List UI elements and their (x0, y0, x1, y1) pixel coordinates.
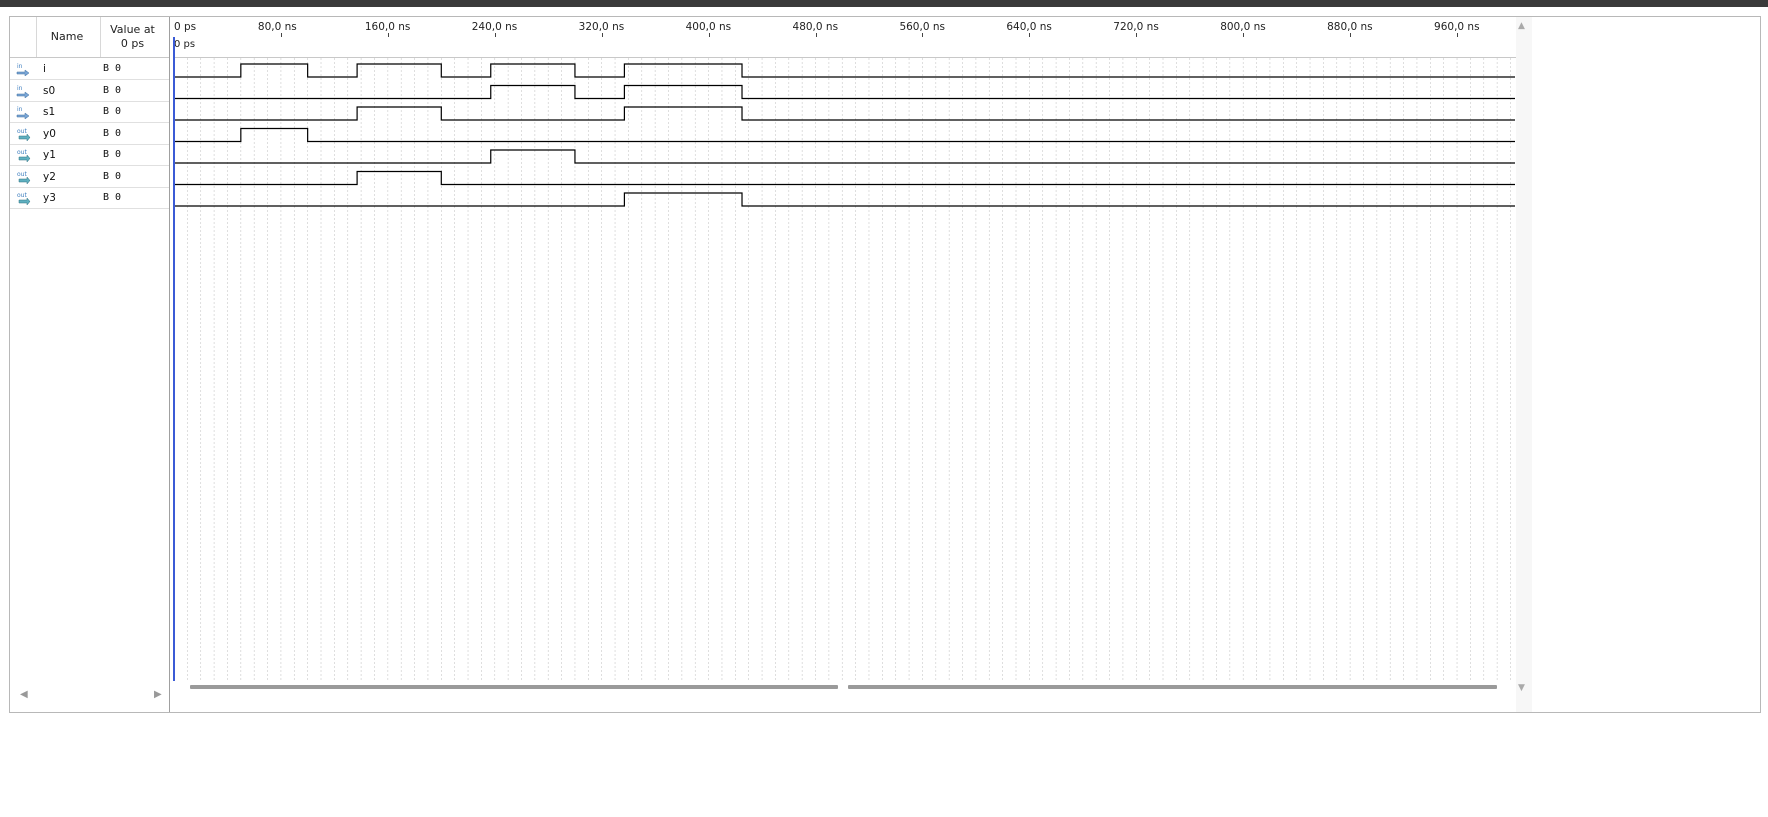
input-pin-icon: in (16, 62, 31, 77)
window-top-strip (0, 0, 1768, 7)
svg-text:out: out (17, 192, 27, 199)
waveform-y1 (174, 149, 1515, 164)
signal-value: B 0 (103, 63, 122, 74)
svg-text:out: out (17, 128, 27, 135)
output-pin-icon: out (16, 191, 31, 206)
waveform-i (174, 63, 1515, 78)
signal-row-y1[interactable]: out y1 B 0 (10, 145, 169, 166)
scrollbar-thumb[interactable] (190, 685, 838, 689)
waveform-s0 (174, 84, 1515, 100)
scroll-up-arrow-icon[interactable]: ▲ (1518, 21, 1525, 31)
column-divider[interactable] (100, 17, 101, 57)
signal-value: B 0 (103, 170, 122, 182)
signal-name: y3 (43, 192, 56, 204)
value-column-header[interactable]: Value at 0 ps (105, 23, 160, 51)
signal-row-y2[interactable]: out y2 B 0 (10, 167, 169, 188)
waveform-horizontal-scrollbar[interactable] (173, 681, 1516, 711)
scroll-right-arrow-icon[interactable]: ▶ (154, 689, 162, 700)
output-pin-icon: out (16, 170, 31, 185)
output-pin-icon: out (16, 148, 31, 163)
value-column-header-line2: 0 ps (120, 37, 145, 50)
signal-value: B 0 (103, 84, 122, 96)
signal-row-y3[interactable]: out y3 B 0 (10, 188, 169, 209)
signal-list-panel: Name Value at 0 ps in i B 0 in s0 B 0 in s1 B 0o… (10, 17, 170, 712)
signal-name: s0 (43, 84, 56, 97)
waveform-y2 (174, 170, 1515, 186)
signal-value: B 0 (103, 149, 122, 160)
signal-list-header: Name Value at 0 ps (10, 17, 169, 58)
svg-text:out: out (17, 171, 27, 178)
waveform-y0 (174, 127, 1515, 143)
waveform-s1 (174, 106, 1515, 121)
value-column-header-line1: Value at (110, 23, 155, 36)
signal-row-y0[interactable]: out y0 B 0 (10, 124, 169, 145)
scroll-left-arrow-icon[interactable]: ◀ (20, 689, 28, 700)
signal-value: B 0 (103, 106, 122, 117)
waveform-panel[interactable]: 0 ps 0 ps 80,0 ns 160,0 ns 240,0 ns 320,0 n… (173, 17, 1516, 712)
name-column-header[interactable]: Name (37, 17, 97, 57)
signal-name: s1 (43, 106, 56, 118)
waveform-y3 (174, 192, 1515, 207)
svg-text:out: out (17, 149, 27, 156)
waveform-viewer: Name Value at 0 ps in i B 0 in s0 B 0 in s1 B 0o… (9, 16, 1761, 713)
input-pin-icon: in (16, 105, 31, 120)
vertical-scrollbar[interactable]: ▲ ▼ (1516, 17, 1532, 712)
signal-list-scrollbar[interactable]: ◀ ▶ (10, 681, 169, 711)
svg-text:in: in (17, 63, 23, 70)
signal-name: y0 (43, 127, 56, 140)
svg-text:in: in (17, 85, 23, 92)
svg-text:in: in (17, 106, 23, 113)
scrollbar-track[interactable] (848, 685, 1497, 689)
output-pin-icon: out (16, 127, 31, 142)
signal-value: B 0 (103, 127, 122, 139)
scroll-down-arrow-icon[interactable]: ▼ (1518, 683, 1525, 693)
waveform-canvas[interactable] (173, 17, 1516, 681)
signal-name: y2 (43, 170, 56, 183)
signal-name: i (43, 63, 46, 75)
signal-value: B 0 (103, 192, 122, 203)
signal-row-s1[interactable]: in s1 B 0 (10, 102, 169, 123)
signal-row-i[interactable]: in i B 0 (10, 59, 169, 80)
input-pin-icon: in (16, 84, 31, 98)
signal-name: y1 (43, 149, 56, 161)
signal-row-s0[interactable]: in s0 B 0 (10, 81, 169, 102)
